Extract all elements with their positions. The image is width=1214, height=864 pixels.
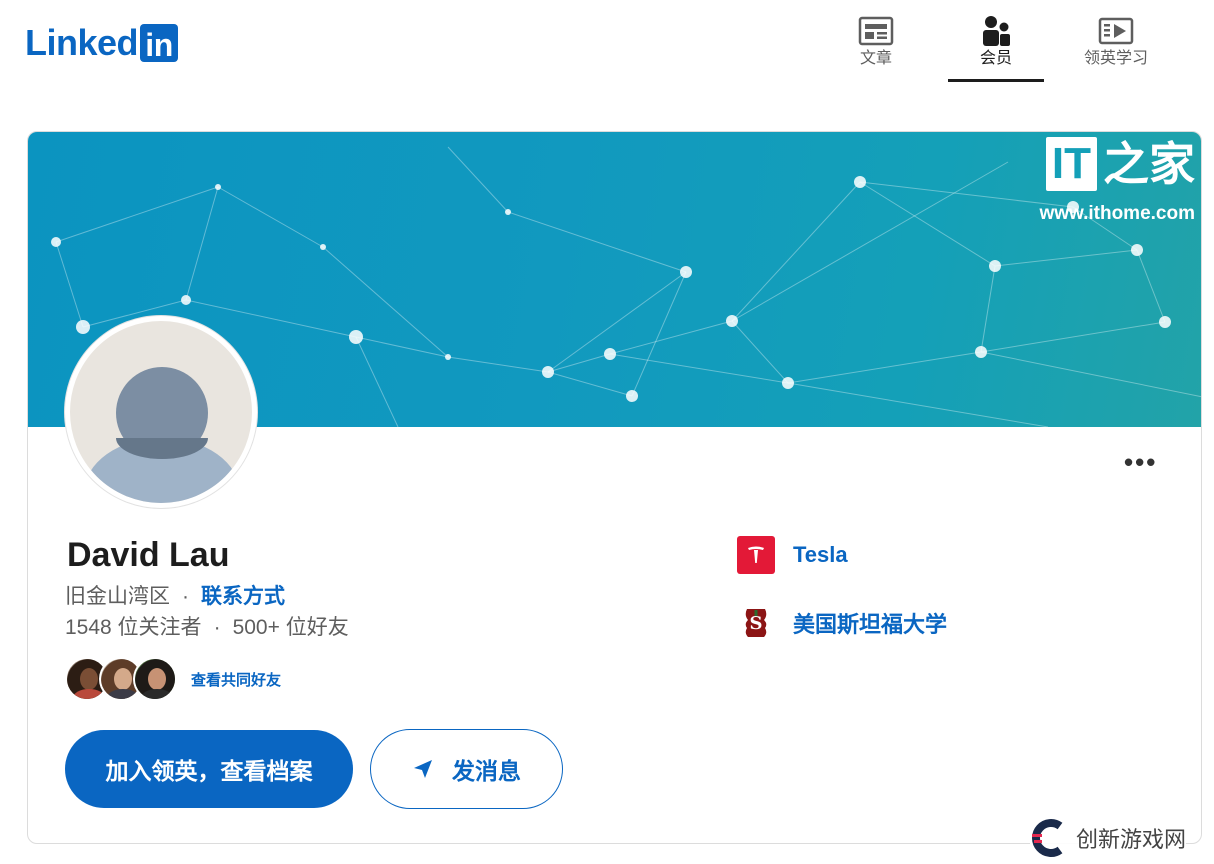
followers-count: 1548 位关注者: [65, 616, 202, 639]
nav-label-learning: 领英学习: [1083, 50, 1148, 67]
separator-dot: ·: [182, 585, 189, 608]
location-text: 旧金山湾区: [65, 585, 170, 608]
article-icon: [858, 14, 894, 48]
message-button[interactable]: 发消息: [370, 729, 563, 809]
tesla-logo: [737, 536, 775, 574]
followers-line: 1548 位关注者 · 500+ 位好友: [65, 615, 349, 641]
org-name: 美国斯坦福大学: [793, 612, 948, 637]
learning-video-icon: [1098, 14, 1134, 48]
corner-watermark-text: 创新游戏网: [1076, 827, 1187, 852]
nav-item-learning[interactable]: 领英学习: [1068, 14, 1164, 82]
more-horizontal-icon[interactable]: •••: [1124, 448, 1157, 476]
separator-dot: ·: [213, 616, 221, 639]
nav-item-people[interactable]: 会员: [948, 14, 1044, 82]
nav-item-articles[interactable]: 文章: [828, 14, 924, 82]
mutual-connections[interactable]: 查看共同好友: [65, 656, 281, 702]
nav-label-people: 会员: [979, 50, 1012, 67]
send-icon: [412, 758, 434, 780]
join-view-profile-button[interactable]: 加入领英，查看档案: [65, 730, 353, 808]
nav-label-articles: 文章: [859, 50, 892, 67]
site-logo-icon: [1030, 818, 1070, 858]
mutual-avatar: [133, 657, 177, 701]
avatar: [65, 316, 257, 508]
ithome-logo-zh: 之家: [1103, 138, 1195, 190]
profile-card: IT 之家 www.ithome.com ••• David Lau 旧金山湾区…: [27, 131, 1202, 844]
linkedin-logo[interactable]: Linked in: [25, 22, 179, 63]
corner-watermark: 创新游戏网: [1030, 818, 1187, 858]
mutual-avatars: [65, 657, 177, 701]
ithome-watermark: IT 之家 www.ithome.com: [1039, 137, 1195, 225]
logo-in-box: in: [140, 24, 179, 63]
message-label: 发消息: [452, 759, 521, 785]
org-stanford[interactable]: S 美国斯坦福大学: [737, 604, 947, 642]
org-name: Tesla: [793, 542, 848, 567]
contact-info-link[interactable]: 联系方式: [201, 585, 285, 608]
ithome-url: www.ithome.com: [1039, 203, 1195, 224]
ithome-logo: IT: [1045, 137, 1097, 191]
logo-word: Linked: [25, 22, 139, 63]
profile-name: David Lau: [67, 536, 230, 574]
location-line: 旧金山湾区 · 联系方式: [65, 584, 285, 610]
svg-text:S: S: [750, 613, 763, 634]
view-mutual-link[interactable]: 查看共同好友: [191, 669, 281, 690]
people-icon: [981, 14, 1011, 48]
top-nav: Linked in 文章 会员 领英学习: [0, 0, 1214, 96]
org-tesla[interactable]: Tesla: [737, 536, 848, 574]
connections-count: 500+ 位好友: [232, 616, 349, 639]
stanford-logo: S: [737, 604, 775, 642]
